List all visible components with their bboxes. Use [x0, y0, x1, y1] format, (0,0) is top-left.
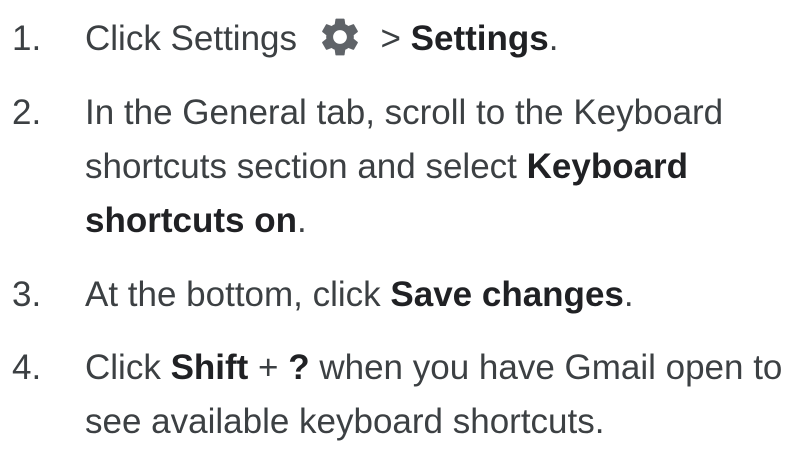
- step-text-bold: ?: [288, 348, 310, 387]
- step-text-segment: .: [623, 275, 634, 314]
- step-text: Click Shift + ? when you have Gmail open…: [85, 341, 800, 449]
- step-number: 4.: [12, 348, 42, 387]
- step-text-segment: >: [370, 19, 411, 58]
- step-number: 1.: [12, 19, 42, 58]
- gear-icon: [317, 14, 363, 60]
- step-number: 2.: [12, 93, 42, 132]
- step-text-segment: Click: [85, 348, 171, 387]
- step-text-bold: Settings: [410, 19, 549, 58]
- step-text: At the bottom, click Save changes.: [85, 268, 800, 322]
- step-text-segment: Click Settings: [85, 19, 307, 58]
- step-text: Click Settings > Settings.: [85, 12, 800, 66]
- step-text-bold: Shift: [170, 348, 249, 387]
- step-text-segment: .: [296, 201, 307, 240]
- step-text-segment: .: [548, 19, 559, 58]
- step-text: In the General tab, scroll to the Keyboa…: [85, 86, 800, 248]
- instruction-list: 1. Click Settings > Settings. 2. In the …: [0, 0, 811, 441]
- step-number: 3.: [12, 275, 42, 314]
- step-text-segment: At the bottom, click: [85, 275, 391, 314]
- step-text-bold: Save changes: [390, 275, 624, 314]
- step-text-segment: +: [248, 348, 289, 387]
